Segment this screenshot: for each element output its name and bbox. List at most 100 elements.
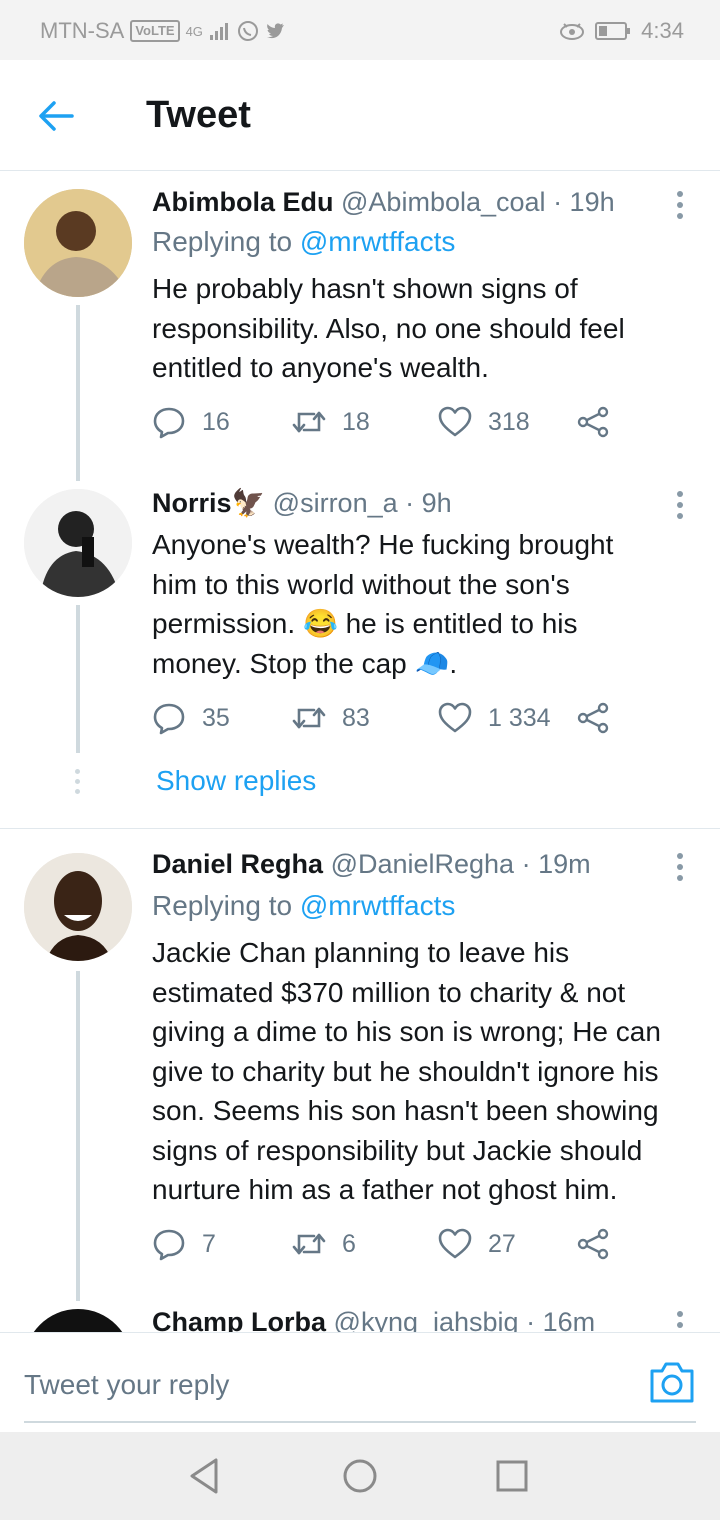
camera-icon[interactable] — [648, 1359, 696, 1405]
tweet-time: · 9h — [405, 488, 452, 518]
retweet-button[interactable]: 83 — [292, 701, 370, 735]
heart-icon — [438, 406, 472, 437]
reply-count: 7 — [202, 1229, 216, 1258]
tweet-line: estimated $370 million to charity & not — [152, 976, 626, 1008]
retweet-icon — [292, 1233, 326, 1255]
tweet-line: Jackie Chan planning to leave his — [152, 937, 570, 968]
avatar[interactable] — [24, 489, 132, 597]
eye-comfort-icon — [560, 23, 585, 40]
avatar[interactable] — [24, 189, 132, 297]
like-count: 27 — [488, 1229, 516, 1258]
back-triangle-icon[interactable] — [184, 1454, 228, 1498]
tweet-line: give to charity but he shouldn't ignore … — [152, 1055, 659, 1087]
more-options-icon[interactable] — [672, 491, 688, 524]
author-handle[interactable]: @Abimbola_coal — [341, 187, 546, 217]
back-arrow-icon[interactable] — [34, 94, 78, 138]
reply-icon — [153, 407, 185, 439]
more-options-icon[interactable] — [672, 191, 688, 224]
tweet-line: permission. 😂 he is entitled to his — [152, 608, 578, 639]
replying-to: Replying to @mrwtffacts — [152, 890, 455, 922]
replying-to: Replying to @mrwtffacts — [152, 226, 455, 258]
share-button[interactable] — [576, 1227, 610, 1261]
replying-to-label: Replying to — [152, 890, 293, 921]
share-button[interactable] — [576, 701, 610, 735]
like-button[interactable]: 318 — [438, 405, 530, 439]
like-button[interactable]: 27 — [438, 1227, 516, 1261]
system-nav-bar — [0, 1432, 720, 1520]
tweet-champ[interactable]: Champ Lorba @kyng_iahsbig · 16m — [0, 1303, 720, 1332]
carrier-label: MTN-SA — [40, 18, 125, 43]
tweet-time: · 19h — [553, 187, 615, 217]
tweet-norris[interactable]: Norris🦅 @sirron_a · 9h Anyone's wealth? … — [0, 481, 720, 826]
tweet-line: He probably hasn't shown signs of — [152, 273, 578, 304]
replying-to-label: Replying to — [152, 226, 293, 257]
volte-badge: VoLTE — [130, 20, 180, 42]
reply-count: 16 — [202, 407, 230, 436]
retweet-count: 83 — [342, 703, 370, 732]
recents-square-icon[interactable] — [490, 1454, 534, 1498]
like-count: 318 — [488, 407, 530, 436]
author-name[interactable]: Abimbola Edu — [152, 187, 334, 217]
avatar[interactable] — [24, 1309, 132, 1332]
author-name[interactable]: Champ Lorba — [152, 1307, 326, 1332]
share-icon — [577, 702, 609, 734]
battery-icon — [595, 22, 631, 40]
app-header: Tweet — [0, 60, 720, 171]
reply-button[interactable]: 16 — [152, 405, 230, 439]
tweet-actions: 7 6 27 — [152, 1227, 672, 1267]
tweet-text: Anyone's wealth? He fucking brought him … — [152, 525, 708, 683]
replying-to-handle[interactable]: @mrwtffacts — [300, 890, 455, 921]
tweet-line: Anyone's wealth? He fucking brought — [152, 529, 614, 560]
reply-input[interactable]: Tweet your reply — [24, 1369, 229, 1401]
retweet-icon — [292, 707, 326, 729]
tweet-line: nurture him as a father not ghost him. — [152, 1174, 618, 1205]
signal-icon — [209, 23, 228, 40]
avatar[interactable] — [24, 853, 132, 961]
reply-icon — [153, 703, 185, 735]
reply-button[interactable]: 7 — [152, 1227, 216, 1261]
share-icon — [577, 1228, 609, 1260]
retweet-count: 6 — [342, 1229, 356, 1258]
tweet-time: · 19m — [521, 849, 591, 879]
reply-icon — [153, 1229, 185, 1261]
tweet-line: son. Seems his son hasn't been showing — [152, 1095, 659, 1126]
author-handle[interactable]: @DanielRegha — [331, 849, 515, 879]
more-options-icon[interactable] — [672, 853, 688, 886]
replying-to-handle[interactable]: @mrwtffacts — [300, 226, 455, 257]
thread-line — [76, 971, 80, 1301]
clock: 4:34 — [641, 18, 684, 43]
share-button[interactable] — [576, 405, 610, 439]
twitter-bird-icon — [266, 23, 284, 39]
reply-feed: Abimbola Edu @Abimbola_coal · 19h Replyi… — [0, 171, 720, 1332]
reply-button[interactable]: 35 — [152, 701, 230, 735]
heart-icon — [438, 702, 472, 733]
tweet-actions: 16 18 318 — [152, 405, 672, 445]
status-bar: MTN-SA VoLTE 4G 4:34 — [0, 0, 720, 60]
home-circle-icon[interactable] — [338, 1454, 382, 1498]
like-button[interactable]: 1 334 — [438, 701, 551, 735]
show-replies-link[interactable]: Show replies — [156, 765, 316, 797]
divider — [0, 828, 720, 829]
thread-line — [76, 605, 80, 753]
page-title: Tweet — [146, 94, 251, 136]
tweet-text: He probably hasn't shown signs of respon… — [152, 269, 708, 388]
retweet-button[interactable]: 18 — [292, 405, 370, 439]
name-emoji: 🦅 — [231, 488, 266, 518]
heart-icon — [438, 1228, 472, 1259]
retweet-icon — [292, 411, 326, 433]
author-name[interactable]: Norris — [152, 488, 232, 518]
more-options-icon[interactable] — [672, 1311, 688, 1332]
tweet-line: money. Stop the cap 🧢. — [152, 647, 458, 679]
tweet-actions: 35 83 1 334 — [152, 701, 672, 741]
retweet-button[interactable]: 6 — [292, 1227, 356, 1261]
retweet-count: 18 — [342, 407, 370, 436]
share-icon — [577, 406, 609, 438]
tweet-time: · 16m — [526, 1307, 596, 1332]
author-handle[interactable]: @kyng_iahsbig — [334, 1307, 519, 1332]
author-handle[interactable]: @sirron_a — [273, 488, 398, 518]
tweet-line: giving a dime to his son is wrong; He ca… — [152, 1016, 661, 1047]
tweet-abimbola[interactable]: Abimbola Edu @Abimbola_coal · 19h Replyi… — [0, 171, 720, 481]
author-name[interactable]: Daniel Regha — [152, 849, 323, 879]
tweet-daniel[interactable]: Daniel Regha @DanielRegha · 19m Replying… — [0, 831, 720, 1301]
tweet-text: Jackie Chan planning to leave his estima… — [152, 933, 712, 1210]
